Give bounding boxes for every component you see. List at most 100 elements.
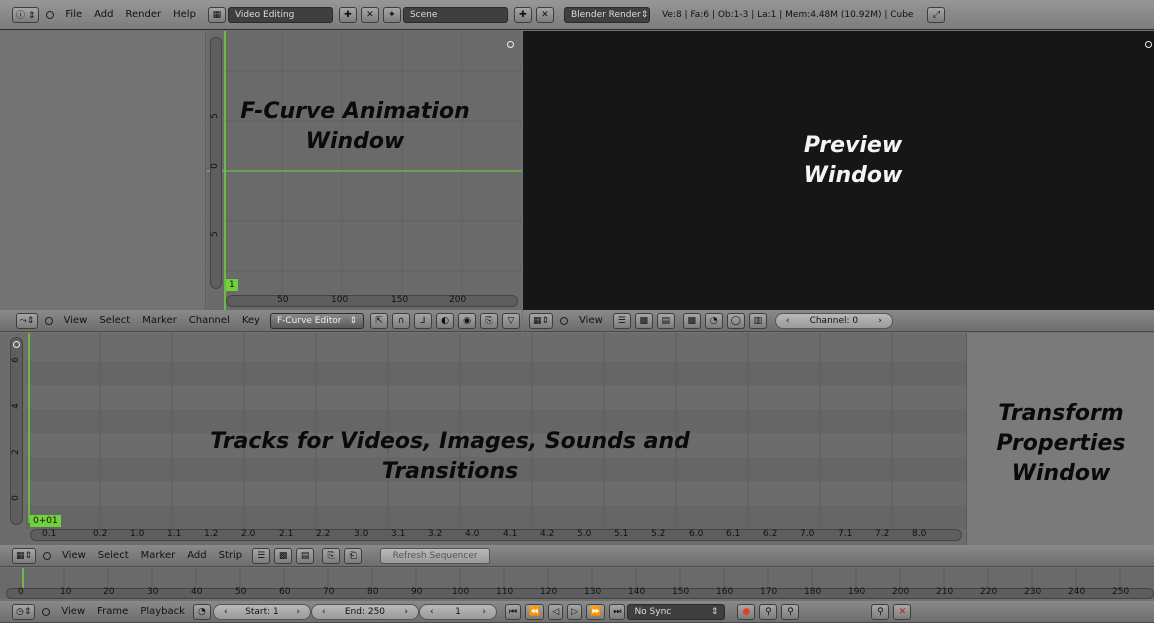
screen-layout-icon[interactable]: ▦ bbox=[207, 6, 226, 23]
delete-keyframe-icon[interactable]: ✕ bbox=[893, 603, 912, 620]
menu-view[interactable]: View bbox=[56, 550, 92, 561]
sequencer-x-tick: 5.0 bbox=[577, 529, 592, 539]
copy-strip-icon[interactable]: ⎘ bbox=[322, 547, 341, 564]
menu-select[interactable]: Select bbox=[93, 315, 136, 326]
ghost-curves-icon[interactable]: ∩ bbox=[392, 312, 410, 329]
sequencer-x-tick: 5.2 bbox=[651, 529, 666, 539]
jump-to-end-icon[interactable]: ⏭ bbox=[609, 603, 626, 620]
sequencer-x-tick: 2.0 bbox=[241, 529, 256, 539]
pivot-icon[interactable]: ⅃ bbox=[414, 312, 432, 329]
editor-type-info-button[interactable]: ⓘ ⇕ bbox=[12, 6, 40, 23]
scene-icon[interactable]: ✦ bbox=[382, 6, 401, 23]
chevron-left-icon: ‹ bbox=[321, 606, 326, 617]
menu-marker[interactable]: Marker bbox=[135, 550, 182, 561]
editor-type-sequencer-button[interactable]: ▦⇕ bbox=[529, 312, 554, 329]
menu-marker[interactable]: Marker bbox=[136, 315, 183, 326]
region-toggle-icon[interactable] bbox=[507, 41, 514, 48]
view-sequencer-icon[interactable]: ☰ bbox=[252, 547, 271, 564]
collapse-menu-icon[interactable] bbox=[46, 10, 55, 19]
timeline-tick: 210 bbox=[936, 587, 954, 597]
menu-key[interactable]: Key bbox=[236, 315, 266, 326]
timeline-tick: 40 bbox=[191, 587, 203, 597]
record-keyframe-icon[interactable]: ● bbox=[737, 603, 756, 620]
fullscreen-toggle-icon[interactable]: ⤢ bbox=[927, 6, 946, 23]
menu-view[interactable]: View bbox=[573, 315, 609, 326]
transform-annotation: Transform Properties Window bbox=[977, 399, 1145, 489]
remove-scene-button[interactable]: ✕ bbox=[535, 6, 554, 23]
display-mode-histogram-icon[interactable]: ▥ bbox=[748, 312, 767, 329]
paste-strip-icon[interactable]: ⎗ bbox=[344, 547, 363, 564]
view-both-icon[interactable]: ▤ bbox=[296, 547, 315, 564]
render-engine-select[interactable]: Blender Render ⇕ bbox=[563, 6, 650, 23]
collapse-menu-icon[interactable] bbox=[44, 316, 53, 325]
menu-channel[interactable]: Channel bbox=[183, 315, 236, 326]
screen-layout-field[interactable]: Video Editing bbox=[227, 6, 333, 23]
auto-snap-icon[interactable]: ◐ bbox=[436, 312, 454, 329]
channel-field[interactable]: ‹ Channel: 0 › bbox=[774, 312, 893, 329]
tracks-annotation-line1: Tracks for Videos, Images, Sounds and bbox=[210, 429, 690, 454]
menu-view[interactable]: View bbox=[58, 315, 94, 326]
editor-type-sequencer-button[interactable]: ▦⇕ bbox=[12, 547, 37, 564]
collapse-menu-icon[interactable] bbox=[42, 607, 51, 616]
display-mode-waveform-icon[interactable]: ◔ bbox=[704, 312, 723, 329]
menu-strip[interactable]: Strip bbox=[213, 550, 249, 561]
view-sequencer-icon[interactable]: ☰ bbox=[612, 312, 631, 329]
timeline-tick: 50 bbox=[235, 587, 247, 597]
scene-field[interactable]: Scene bbox=[402, 6, 508, 23]
start-frame-field[interactable]: ‹ Start: 1 › bbox=[212, 603, 311, 620]
add-scene-button[interactable]: ✚ bbox=[513, 6, 532, 23]
jump-to-keyframe-prev-icon[interactable]: ⏪ bbox=[525, 603, 545, 620]
menu-render[interactable]: Render bbox=[120, 9, 168, 20]
sequencer-header: ▦⇕ View Select Marker Add Strip ☰ ▩ ▤ ⎘ … bbox=[0, 545, 1154, 567]
graph-horizontal-scrollbar[interactable] bbox=[226, 295, 518, 307]
view-both-icon[interactable]: ▤ bbox=[656, 312, 675, 329]
view-preview-icon[interactable]: ▩ bbox=[634, 312, 653, 329]
display-mode-image-icon[interactable]: ▩ bbox=[682, 312, 701, 329]
sequencer-x-tick: 5.1 bbox=[614, 529, 629, 539]
remove-screen-button[interactable]: ✕ bbox=[360, 6, 379, 23]
jump-to-start-icon[interactable]: ⏮ bbox=[504, 603, 522, 620]
region-toggle-icon[interactable] bbox=[1145, 41, 1152, 48]
insert-keyframe-icon[interactable]: ⚲ bbox=[871, 603, 890, 620]
only-selected-icon[interactable]: ⇱ bbox=[370, 312, 388, 329]
menu-select[interactable]: Select bbox=[92, 550, 135, 561]
menu-help[interactable]: Help bbox=[167, 9, 202, 20]
timeline-tick: 180 bbox=[804, 587, 822, 597]
preview-region: Preview Window bbox=[523, 31, 1154, 310]
end-frame-field[interactable]: ‹ End: 250 › bbox=[310, 603, 419, 620]
current-frame-field[interactable]: ‹ 1 › bbox=[418, 603, 497, 620]
graph-mode-label: F-Curve Editor bbox=[276, 315, 342, 326]
sync-mode-select[interactable]: No Sync ⇕ bbox=[627, 603, 726, 620]
menu-frame[interactable]: Frame bbox=[91, 606, 134, 617]
collapse-menu-icon[interactable] bbox=[560, 316, 569, 325]
graph-mode-select[interactable]: F-Curve Editor ⇕ bbox=[269, 312, 364, 329]
play-reverse-icon[interactable]: ◁ bbox=[548, 603, 564, 620]
menu-add[interactable]: Add bbox=[88, 9, 119, 20]
copy-keys-icon[interactable]: ⎘ bbox=[480, 312, 498, 329]
graph-x-tick: 100 bbox=[331, 295, 349, 305]
menu-add[interactable]: Add bbox=[181, 550, 212, 561]
editor-type-graph-button[interactable]: ⤳⇕ bbox=[16, 312, 38, 329]
refresh-sequencer-button[interactable]: Refresh Sequencer bbox=[380, 547, 491, 564]
timeline-tick: 230 bbox=[1024, 587, 1042, 597]
play-icon[interactable]: ▷ bbox=[567, 603, 583, 620]
menu-playback[interactable]: Playback bbox=[134, 606, 191, 617]
proportional-icon[interactable]: ◉ bbox=[458, 312, 476, 329]
view-preview-icon[interactable]: ▩ bbox=[274, 547, 293, 564]
jump-to-keyframe-next-icon[interactable]: ⏩ bbox=[586, 603, 606, 620]
editor-type-timeline-button[interactable]: ◷⇕ bbox=[12, 603, 36, 620]
graph-editor-header: ⤳⇕ View Select Marker Channel Key F-Curv… bbox=[0, 310, 522, 332]
preview-range-icon[interactable]: ◔ bbox=[192, 603, 211, 620]
keying-set-icon[interactable]: ⚲ bbox=[759, 603, 778, 620]
timeline-tick: 140 bbox=[628, 587, 646, 597]
menu-view[interactable]: View bbox=[55, 606, 91, 617]
add-screen-button[interactable]: ✚ bbox=[338, 6, 357, 23]
timeline-tick: 60 bbox=[279, 587, 291, 597]
filter-icon[interactable]: ▽ bbox=[502, 312, 520, 329]
region-toggle-icon[interactable] bbox=[13, 341, 20, 348]
display-mode-vector-icon[interactable]: ◯ bbox=[726, 312, 745, 329]
graph-canvas[interactable] bbox=[207, 31, 522, 310]
collapse-menu-icon[interactable] bbox=[43, 551, 52, 560]
menu-file[interactable]: File bbox=[59, 9, 88, 20]
active-keying-set-icon[interactable]: ⚲ bbox=[781, 603, 800, 620]
